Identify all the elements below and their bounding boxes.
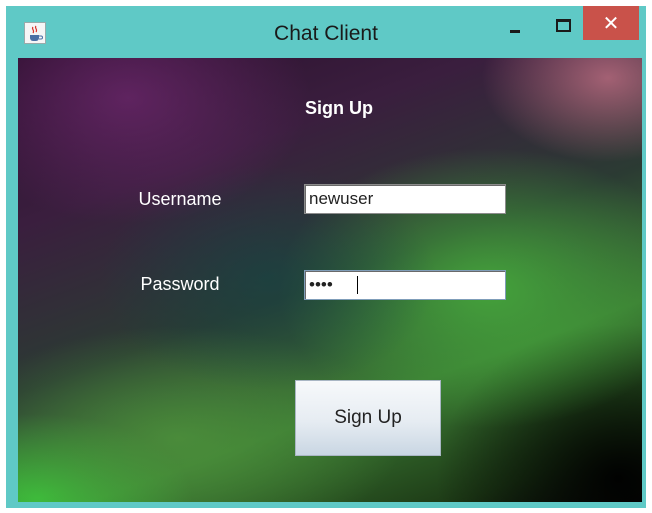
signup-panel: Sign Up Username Password Sign Up bbox=[18, 58, 642, 502]
password-label: Password bbox=[140, 274, 220, 294]
minimize-icon bbox=[510, 30, 520, 33]
form-heading: Sign Up bbox=[305, 98, 373, 118]
close-icon: ✕ bbox=[602, 11, 620, 35]
sign-up-button[interactable]: Sign Up bbox=[295, 380, 441, 456]
username-field[interactable] bbox=[304, 184, 506, 214]
text-caret bbox=[357, 276, 358, 294]
title-bar[interactable]: Chat Client ✕ bbox=[6, 6, 646, 58]
maximize-icon bbox=[556, 19, 571, 32]
password-field[interactable] bbox=[304, 270, 506, 300]
chat-client-window: Chat Client ✕ Sign Up Username Password … bbox=[6, 6, 646, 508]
username-label: Username bbox=[138, 189, 222, 209]
minimize-button[interactable] bbox=[498, 6, 534, 42]
close-button[interactable]: ✕ bbox=[583, 6, 639, 40]
maximize-button[interactable] bbox=[544, 6, 580, 42]
